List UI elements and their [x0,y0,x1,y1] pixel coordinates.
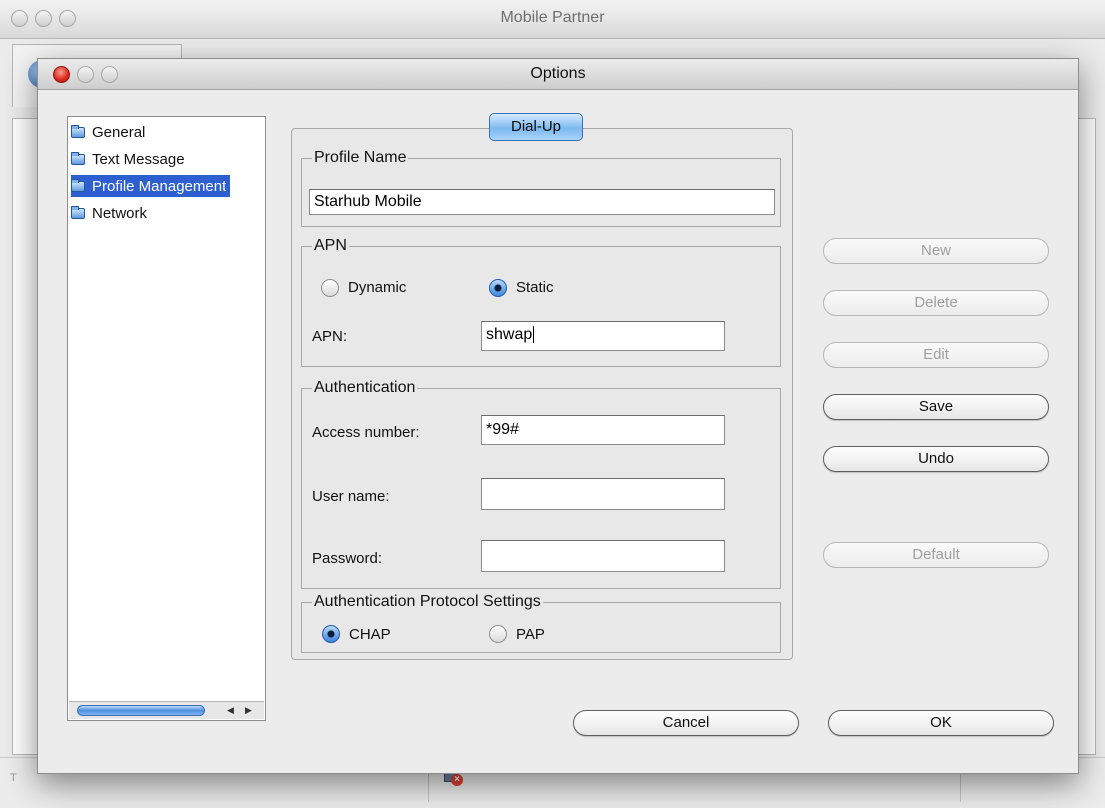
tree-item-label: Text Message [92,150,185,168]
access-number-label: Access number: [312,424,420,441]
user-name-input[interactable] [481,478,725,510]
main-window-title: Mobile Partner [500,9,605,26]
folder-icon [71,205,85,219]
ok-button[interactable]: OK [828,710,1054,736]
chap-label: CHAP [349,626,391,643]
pap-radio[interactable] [489,625,507,643]
dialog-titlebar: Options [38,59,1078,90]
auth-protocol-legend: Authentication Protocol Settings [314,593,541,610]
tab-dial-up[interactable]: Dial-Up [489,113,583,141]
scroll-left-arrow-icon[interactable]: ◀ [227,705,234,716]
save-button[interactable]: Save [823,394,1049,420]
tree-item-label: Network [92,204,148,222]
pap-label: PAP [516,626,545,643]
tree-item-label: General [92,123,146,141]
apn-static-radio[interactable] [489,279,507,297]
undo-button[interactable]: Undo [823,446,1049,472]
apn-legend: APN [314,237,347,254]
tree-horizontal-scrollbar[interactable]: ◀ ▶ [69,701,264,719]
apn-value: shwap [486,326,533,343]
profile-name-legend: Profile Name [314,149,407,166]
status-letter: T [10,772,17,784]
apn-dynamic-label: Dynamic [348,279,407,296]
tree-item-network[interactable]: Network [71,202,151,224]
access-number-input[interactable] [481,415,725,445]
new-button[interactable]: New [823,238,1049,264]
error-icon: × [451,774,463,786]
main-titlebar: Mobile Partner [0,0,1105,39]
authentication-legend: Authentication [314,379,416,396]
options-dialog: Options General Text Message Profile Man… [37,58,1079,774]
text-caret [533,326,535,344]
user-name-label: User name: [312,488,390,505]
apn-dynamic-radio[interactable] [321,279,339,297]
default-button[interactable]: Default [823,542,1049,568]
apn-input[interactable]: shwap [481,321,725,351]
delete-button[interactable]: Delete [823,290,1049,316]
auth-protocol-group: Authentication Protocol Settings [301,593,781,653]
tree-item-general[interactable]: General [71,121,149,143]
scroll-right-arrow-icon[interactable]: ▶ [245,705,252,716]
edit-button[interactable]: Edit [823,342,1049,368]
profile-name-group: Profile Name [301,149,781,227]
folder-icon [71,151,85,165]
cancel-button[interactable]: Cancel [573,710,799,736]
chap-radio[interactable] [322,625,340,643]
profile-name-input[interactable] [309,189,775,215]
open-folder-icon [71,178,85,192]
options-tree: General Text Message Profile Management … [67,116,266,721]
dialog-title: Options [530,65,586,82]
apn-static-label: Static [516,279,554,296]
tree-item-profile-management[interactable]: Profile Management [71,175,231,197]
password-input[interactable] [481,540,725,572]
scrollbar-thumb[interactable] [77,705,205,716]
tree-item-text-message[interactable]: Text Message [71,148,189,170]
apn-field-label: APN: [312,328,348,345]
password-label: Password: [312,550,383,567]
folder-icon [71,124,85,138]
tree-item-label: Profile Management [92,177,227,195]
